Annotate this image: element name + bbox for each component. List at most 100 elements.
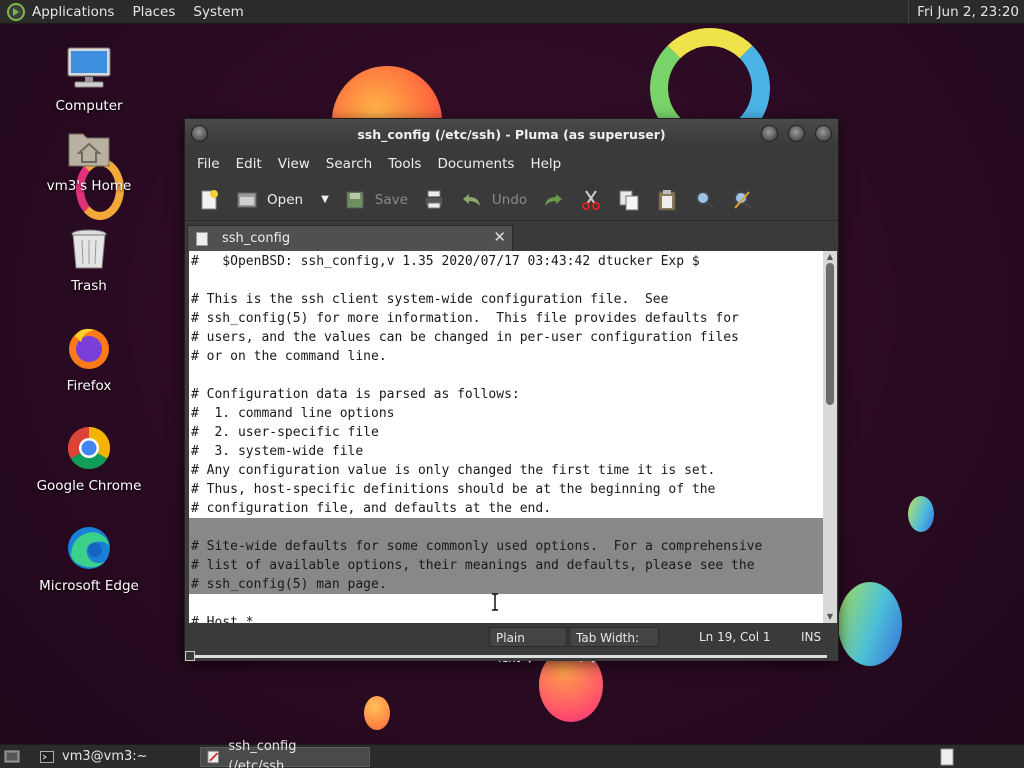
wallpaper-right-small-blob (908, 496, 934, 532)
find-icon (696, 190, 716, 210)
menu-edit[interactable]: Edit (228, 156, 270, 172)
chrome-icon (67, 427, 111, 470)
desktop-icon-label: Computer (55, 98, 123, 114)
desktop-icon-computer[interactable]: Computer (29, 44, 149, 114)
new-document-icon (201, 189, 218, 209)
menu-file[interactable]: File (189, 156, 228, 172)
redo-button[interactable] (541, 188, 565, 212)
language-selector[interactable]: Plain Text▼ (489, 627, 567, 665)
scrollbar-corner (185, 651, 195, 661)
text-line: # Host * (191, 615, 254, 623)
scroll-up-icon[interactable]: ▲ (825, 253, 835, 261)
undo-label: Undo (491, 191, 528, 208)
text-line: # configuration file, and defaults at th… (191, 501, 552, 516)
print-icon (424, 190, 444, 208)
text-editor[interactable]: # $OpenBSD: ssh_config,v 1.35 2020/07/17… (189, 251, 823, 623)
tab-label: ssh_config (222, 231, 291, 246)
wallpaper-small-blob (364, 696, 390, 730)
text-line: # 3. system-wide file (191, 444, 364, 459)
menu-help[interactable]: Help (522, 156, 569, 172)
places-menu[interactable]: Places (132, 4, 183, 20)
edge-icon (68, 527, 110, 569)
menu-view[interactable]: View (270, 156, 318, 172)
desktop-icon-label: Firefox (66, 378, 112, 394)
text-line: # This is the ssh client system-wide con… (191, 292, 669, 307)
copy-button[interactable] (617, 188, 641, 212)
menu-documents[interactable]: Documents (429, 156, 522, 172)
text-line: # Thus, host-specific definitions should… (191, 482, 716, 497)
vertical-scrollbar[interactable]: ▲ ▼ (823, 251, 837, 623)
window-title: ssh_config (/etc/ssh) - Pluma (as superu… (357, 126, 666, 142)
applications-menu[interactable]: Applications (32, 4, 122, 20)
new-document-button[interactable] (197, 188, 221, 212)
wallpaper-right-blob (838, 582, 902, 666)
find-replace-icon (734, 190, 754, 210)
minimize-button[interactable] (761, 125, 778, 142)
tab-width-selector[interactable]: Tab Width: 4▼ (569, 627, 659, 665)
text-line: # Configuration data is parsed as follow… (191, 387, 520, 402)
undo-button[interactable]: Undo (460, 188, 527, 212)
workspace-switcher-icon[interactable] (940, 748, 954, 766)
print-button[interactable] (422, 188, 446, 212)
desktop-icon-home[interactable]: vm3's Home (29, 124, 149, 194)
cut-button[interactable] (579, 188, 603, 212)
desktop-icon-label: vm3's Home (46, 178, 132, 194)
save-button[interactable]: Save (343, 188, 408, 212)
maximize-button[interactable] (788, 125, 805, 142)
terminal-icon (40, 751, 54, 763)
bottom-panel: vm3@vm3:~ ssh_config (/etc/ssh... (0, 739, 1024, 768)
firefox-icon (69, 328, 109, 369)
save-icon (346, 191, 364, 208)
text-line: # users, and the values can be changed i… (191, 330, 739, 345)
paste-button[interactable] (655, 188, 679, 212)
trash-icon (71, 229, 107, 269)
open-icon (237, 192, 257, 207)
top-panel: Applications Places System Fri Jun 2, 23… (0, 0, 1024, 24)
text-line: # list of available options, their meani… (191, 558, 755, 573)
scrollbar-thumb[interactable] (826, 263, 834, 405)
desktop-icon-label: Microsoft Edge (39, 578, 139, 594)
save-label: Save (374, 191, 408, 208)
text-line: # $OpenBSD: ssh_config,v 1.35 2020/07/17… (191, 254, 700, 269)
find-button[interactable] (693, 188, 717, 212)
undo-icon (462, 193, 480, 206)
tab-ssh-config[interactable]: ssh_config ✕ (187, 225, 513, 251)
find-replace-button[interactable] (731, 188, 755, 212)
horizontal-scrollbar-track[interactable] (195, 655, 827, 658)
home-folder-icon (68, 133, 110, 167)
menubar: File Edit View Search Tools Documents He… (185, 149, 838, 179)
clock[interactable]: Fri Jun 2, 23:20 (908, 0, 1019, 24)
paste-icon (658, 189, 676, 210)
pluma-window: ssh_config (/etc/ssh) - Pluma (as superu… (184, 118, 839, 665)
desktop-icon-trash[interactable]: Trash (29, 224, 149, 294)
mate-logo-icon[interactable] (6, 2, 26, 22)
menu-tools[interactable]: Tools (380, 156, 429, 172)
document-icon (196, 231, 208, 246)
horizontal-scrollbar[interactable] (185, 651, 838, 661)
text-line: # 2. user-specific file (191, 425, 379, 440)
desktop-icon-edge[interactable]: Microsoft Edge (29, 524, 149, 594)
text-line: # Any configuration value is only change… (191, 463, 716, 478)
cut-icon (582, 189, 601, 210)
scroll-down-icon[interactable]: ▼ (825, 613, 835, 621)
open-button[interactable]: Open ▼ (235, 188, 329, 212)
taskbar-item-label: ssh_config (/etc/ssh... (228, 739, 297, 768)
text-line: # Site-wide defaults for some commonly u… (191, 539, 763, 554)
close-button[interactable] (815, 125, 832, 142)
insert-mode: INS (801, 630, 822, 644)
system-menu[interactable]: System (193, 4, 251, 20)
tabbar: ssh_config ✕ (185, 221, 838, 251)
menu-search[interactable]: Search (318, 156, 380, 172)
tab-close-icon[interactable]: ✕ (493, 228, 506, 246)
taskbar-item-pluma[interactable]: ssh_config (/etc/ssh... (200, 739, 370, 768)
open-dropdown-arrow-icon[interactable]: ▼ (321, 194, 329, 205)
taskbar-item-terminal[interactable]: vm3@vm3:~ (34, 747, 194, 767)
desktop-icon-firefox[interactable]: Firefox (29, 324, 149, 394)
statusbar: Plain Text▼ Tab Width: 4▼ Ln 19, Col 1 I… (185, 623, 838, 665)
window-menu-button[interactable] (191, 125, 208, 142)
desktop-icon-chrome[interactable]: Google Chrome (29, 424, 149, 494)
desktop-icon-label: Trash (71, 278, 107, 294)
text-editor-icon (207, 750, 219, 764)
window-titlebar[interactable]: ssh_config (/etc/ssh) - Pluma (as superu… (185, 119, 838, 149)
show-desktop-icon[interactable] (4, 749, 20, 765)
